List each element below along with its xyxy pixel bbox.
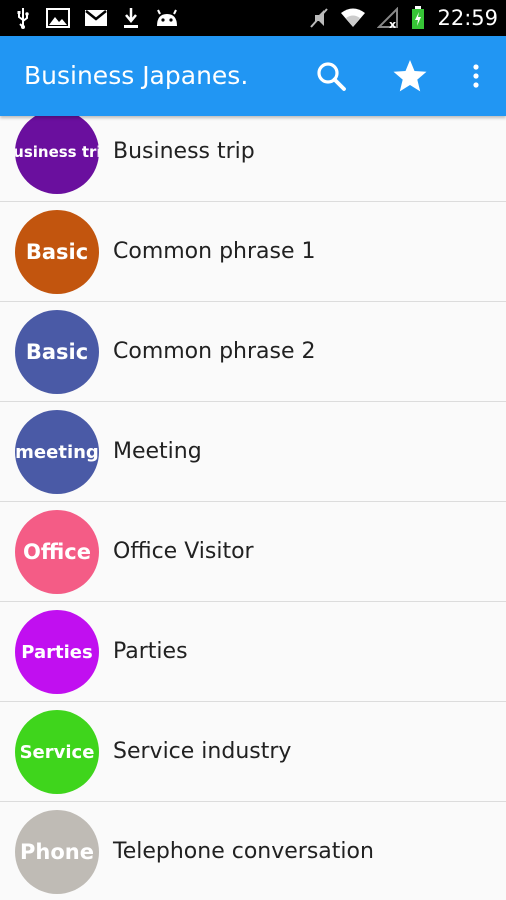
category-list[interactable]: Business trip Business trip Basic Common… [0, 116, 506, 900]
list-item-business-trip[interactable]: Business trip Business trip [0, 116, 506, 202]
category-badge-text: Phone [20, 840, 94, 864]
notification-icons [14, 0, 180, 36]
list-item-meeting[interactable]: meeting Meeting [0, 402, 506, 502]
category-badge-text: Basic [25, 240, 89, 264]
app-bar: Business Japanes. [0, 36, 506, 116]
wifi-icon [339, 7, 367, 29]
category-badge: Basic [15, 210, 99, 294]
android-icon [154, 8, 180, 28]
status-clock: 22:59 [437, 6, 498, 30]
mute-icon [309, 7, 329, 29]
list-item-office-visitor[interactable]: Office Office Visitor [0, 502, 506, 602]
no-signal-icon: x [377, 6, 401, 31]
usb-icon [14, 7, 32, 29]
download-icon [122, 7, 140, 29]
list-item-label: Meeting [113, 439, 202, 464]
search-icon [315, 60, 347, 92]
list-item-label: Business trip [113, 139, 255, 164]
list-item-label: Telephone conversation [113, 839, 374, 864]
list-item-label: Office Visitor [113, 539, 254, 564]
category-badge-text: Office [23, 540, 91, 564]
status-bar: x 22:59 [0, 0, 506, 36]
category-badge: Basic [15, 310, 99, 394]
favorites-button[interactable] [390, 56, 430, 96]
overflow-menu-button[interactable] [456, 56, 496, 96]
category-badge: meeting [15, 410, 99, 494]
app-title: Business Japanes. [24, 61, 249, 90]
list-item-label: Common phrase 2 [113, 339, 316, 364]
list-item-service-industry[interactable]: Service Service industry [0, 702, 506, 802]
category-badge: Service [15, 710, 99, 794]
gmail-icon [84, 9, 108, 27]
category-badge-text: meeting [15, 441, 99, 463]
list-item-common-phrase-1[interactable]: Basic Common phrase 1 [0, 202, 506, 302]
list-item-label: Service industry [113, 739, 292, 764]
category-list-content: Business trip Business trip Basic Common… [0, 116, 506, 900]
list-item-common-phrase-2[interactable]: Basic Common phrase 2 [0, 302, 506, 402]
category-badge-text: Service [19, 741, 95, 763]
system-icons: x 22:59 [309, 0, 498, 36]
category-badge: Parties [15, 610, 99, 694]
category-badge: Phone [15, 810, 99, 894]
svg-text:x: x [389, 18, 396, 29]
list-item-parties[interactable]: Parties Parties [0, 602, 506, 702]
category-badge: Business trip [15, 116, 99, 194]
battery-charging-icon [411, 6, 425, 30]
star-icon [392, 59, 428, 93]
list-item-telephone-conversation[interactable]: Phone Telephone conversation [0, 802, 506, 900]
list-item-label: Parties [113, 639, 188, 664]
overflow-menu-icon [472, 63, 480, 89]
search-button[interactable] [311, 56, 351, 96]
list-item-label: Common phrase 1 [113, 239, 316, 264]
category-badge-text: Basic [25, 340, 89, 364]
category-badge-text: Business trip [15, 143, 99, 161]
category-badge-text: Parties [21, 641, 93, 663]
category-badge: Office [15, 510, 99, 594]
image-icon [46, 8, 70, 28]
